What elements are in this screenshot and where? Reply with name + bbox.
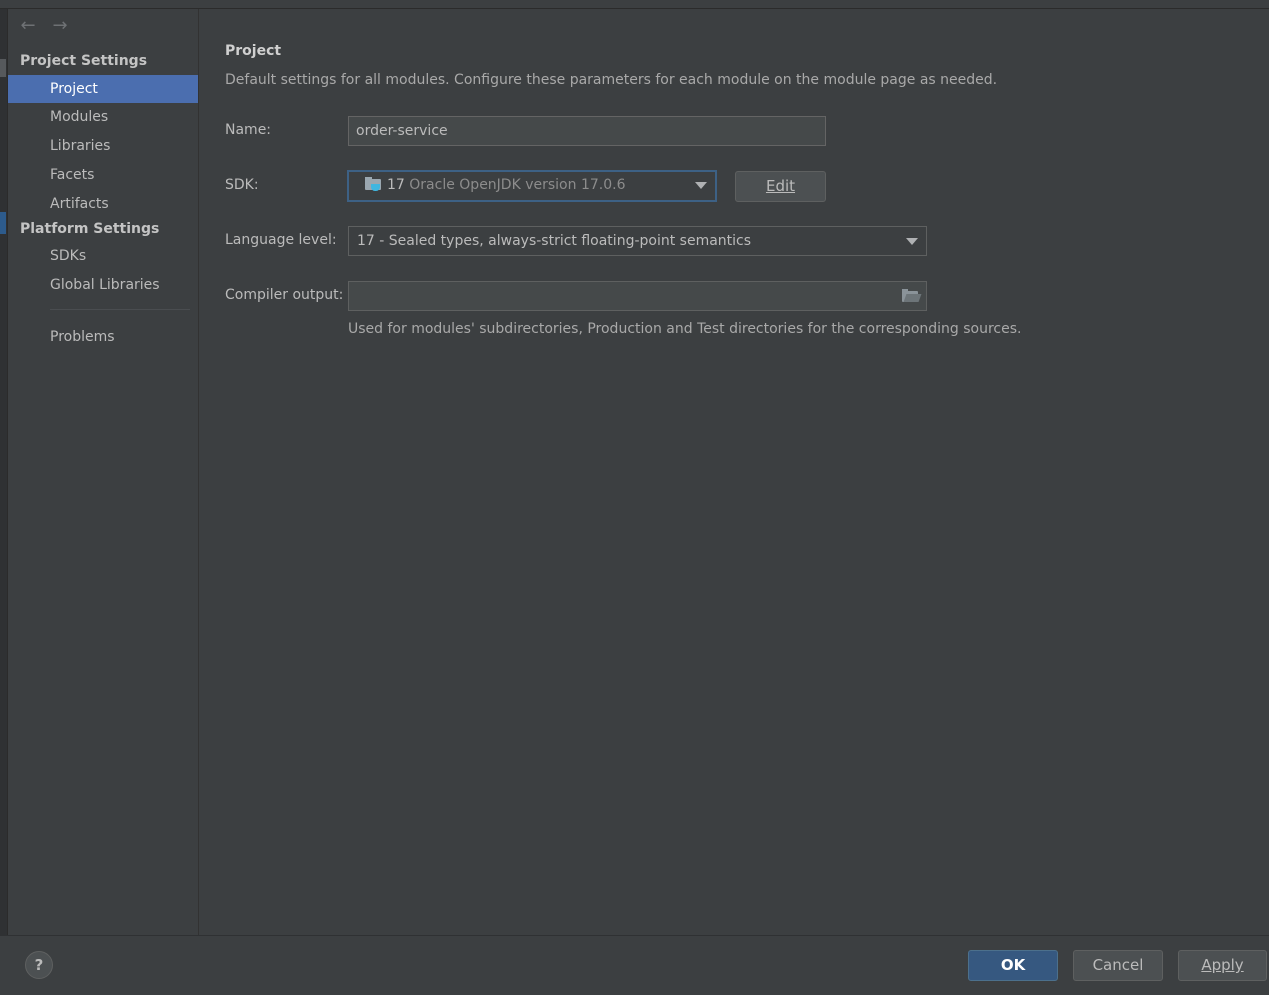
sidebar-item-modules[interactable]: Modules [8,103,198,131]
ok-button[interactable]: OK [968,950,1058,981]
back-arrow-icon[interactable]: ← [16,15,40,37]
left-edge-panel [0,9,8,935]
language-level-dropdown[interactable]: 17 - Sealed types, always-strict floatin… [348,226,927,256]
platform-settings-header: Platform Settings [20,221,160,237]
sdk-version: 17 [387,177,405,193]
language-level-label: Language level: [225,232,337,248]
compiler-output-label: Compiler output: [225,287,344,303]
settings-sidebar: ← → Project Settings Project Modules Libr… [8,9,199,935]
sidebar-item-facets[interactable]: Facets [8,161,198,189]
compiler-output-hint: Used for modules' subdirectories, Produc… [348,321,1022,337]
chevron-down-icon [906,238,918,245]
compiler-output-field[interactable] [348,281,927,311]
sidebar-item-libraries[interactable]: Libraries [8,132,198,160]
left-edge-marker [0,59,6,77]
sdk-edit-button[interactable]: Edit [735,171,826,202]
name-label: Name: [225,122,272,138]
sidebar-item-sdks[interactable]: SDKs [8,242,198,270]
project-settings-header: Project Settings [20,53,148,69]
sidebar-item-problems[interactable]: Problems [8,323,198,351]
window-top-strip [0,0,1269,9]
page-description: Default settings for all modules. Config… [225,72,998,88]
cancel-button[interactable]: Cancel [1073,950,1163,981]
sidebar-item-project[interactable]: Project [8,75,198,103]
forward-arrow-icon[interactable]: → [48,15,72,37]
sidebar-item-artifacts[interactable]: Artifacts [8,190,198,218]
project-settings-panel: Project Default settings for all modules… [199,9,1269,935]
sidebar-divider [50,309,190,310]
sidebar-item-global-libraries[interactable]: Global Libraries [8,271,198,299]
nav-arrows: ← → [16,15,80,39]
folder-browse-icon[interactable] [902,289,922,302]
page-title: Project [225,43,282,59]
project-name-field[interactable]: order-service [348,116,826,146]
edit-button-label: Edit [765,177,796,195]
left-edge-highlight [0,212,6,234]
chevron-down-icon [695,182,707,189]
dialog-footer: ? OK Cancel Apply [0,935,1269,995]
language-level-value: 17 - Sealed types, always-strict floatin… [357,233,752,249]
sdk-dropdown[interactable]: 17 Oracle OpenJDK version 17.0.6 [347,170,717,202]
apply-button[interactable]: Apply [1178,950,1267,981]
apply-button-label: Apply [1201,956,1244,974]
jdk-folder-icon [365,177,381,191]
sdk-label: SDK: [225,177,259,193]
help-button[interactable]: ? [25,951,53,979]
sdk-name: Oracle OpenJDK version 17.0.6 [409,177,626,193]
